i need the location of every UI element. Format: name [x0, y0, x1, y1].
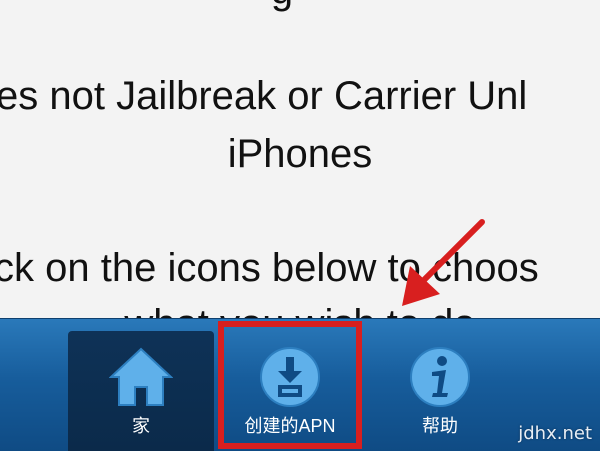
instruction-line-1: es not Jailbreak or Carrier Unl	[0, 74, 528, 118]
instruction-text-area: g es not Jailbreak or Carrier Unl iPhone…	[0, 0, 600, 330]
instruction-line-2: iPhones	[227, 132, 373, 176]
tab-bar: 家 创建的APN 帮助	[0, 318, 600, 451]
tab-home-label: 家	[132, 416, 150, 436]
watermark: jdhx.net	[518, 423, 592, 444]
tab-create-apn-label: 创建的APN	[244, 416, 336, 436]
text-line-top-fragment: g	[0, 0, 582, 14]
home-icon	[108, 345, 174, 412]
tab-help-label: 帮助	[422, 416, 458, 436]
tab-help[interactable]: 帮助	[370, 331, 510, 451]
info-icon	[408, 345, 472, 414]
tab-home[interactable]: 家	[68, 331, 214, 451]
instruction-line-3: ck on the icons below to choos	[0, 246, 539, 290]
download-apn-icon	[258, 345, 322, 414]
tab-create-apn[interactable]: 创建的APN	[222, 331, 358, 451]
